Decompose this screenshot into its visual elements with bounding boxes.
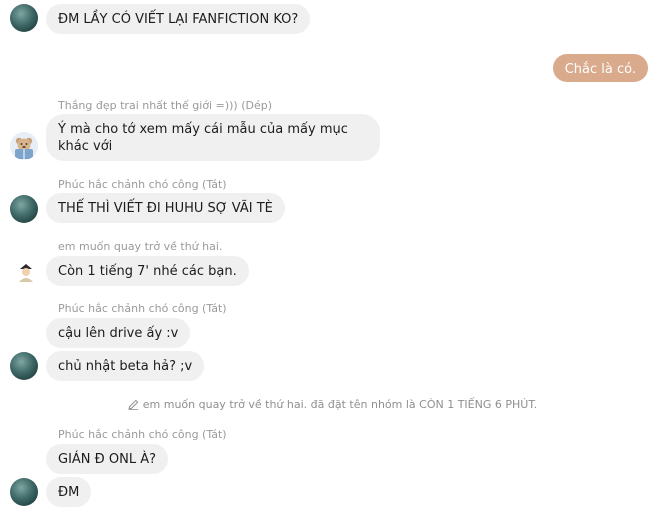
pencil-icon	[128, 399, 139, 413]
message-bubble[interactable]: THẾ THÌ VIẾT ĐI HUHU SỢ VÃI TÈ	[46, 193, 285, 223]
message-bubble[interactable]: ĐM	[46, 477, 92, 507]
sender-name: Phúc hắc chảnh chó công (Tát)	[58, 428, 227, 441]
message-bubble[interactable]: ĐM LẦY CÓ VIẾT LẠI FANFICTION KO?	[46, 4, 311, 34]
message-text: GIÁN Đ ONL À?	[58, 452, 156, 467]
message-text: chủ nhật beta hả? ;v	[58, 359, 193, 374]
message-text: ĐM LẦY CÓ VIẾT LẠI FANFICTION KO?	[58, 12, 299, 27]
message-bubble[interactable]: Ý mà cho tớ xem mấy cái mẫu của mấy mục …	[46, 114, 380, 161]
bear-avatar-icon	[15, 137, 33, 159]
sender-name: Phúc hắc chảnh chó công (Tát)	[58, 178, 227, 191]
message-bubble[interactable]: chủ nhật beta hả? ;v	[46, 351, 205, 381]
message-text: Còn 1 tiếng 7' nhé các bạn.	[58, 264, 237, 279]
system-note: em muốn quay trở về thứ hai. đã đặt tên …	[0, 398, 665, 413]
message-text: Chắc là có.	[564, 62, 636, 77]
message-bubble[interactable]: cậu lên drive ấy :v	[46, 318, 191, 348]
message-bubble[interactable]: Còn 1 tiếng 7' nhé các bạn.	[46, 256, 249, 286]
sender-name: Phúc hắc chảnh chó công (Tát)	[58, 302, 227, 315]
avatar-thang[interactable]	[10, 132, 38, 160]
message-text: ĐM	[58, 485, 80, 500]
message-text: cậu lên drive ấy :v	[58, 326, 179, 341]
avatar-em[interactable]	[12, 258, 40, 286]
message-bubble[interactable]: GIÁN Đ ONL À?	[46, 444, 168, 474]
sender-name: em muốn quay trở về thứ hai.	[58, 240, 223, 253]
person-avatar-icon	[19, 264, 33, 282]
sender-name: Thắng đẹp trai nhất thế giới =))) (Dép)	[58, 99, 272, 112]
avatar-phuc[interactable]	[10, 4, 38, 32]
message-text: Ý mà cho tớ xem mấy cái mẫu của mấy mục …	[58, 122, 348, 154]
avatar-phuc[interactable]	[10, 478, 38, 506]
system-note-text: em muốn quay trở về thứ hai. đã đặt tên …	[142, 398, 538, 411]
message-bubble-outgoing[interactable]: Chắc là có.	[552, 54, 648, 82]
avatar-phuc[interactable]	[10, 352, 38, 380]
avatar-phuc[interactable]	[10, 195, 38, 223]
message-text: THẾ THÌ VIẾT ĐI HUHU SỢ VÃI TÈ	[58, 201, 273, 216]
